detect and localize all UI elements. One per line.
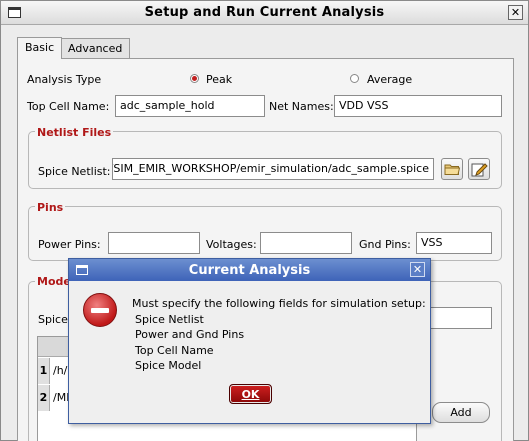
- top-cell-label: Top Cell Name:: [27, 100, 110, 113]
- missing-field: Spice Model: [135, 359, 202, 372]
- row-number: 2: [38, 385, 50, 411]
- gnd-pins-input[interactable]: VSS: [416, 232, 492, 254]
- edit-icon: [471, 163, 488, 177]
- error-icon: [83, 293, 117, 327]
- dialog-titlebar: Current Analysis ✕: [69, 259, 430, 281]
- message-text: Must specify the following fields for si…: [132, 297, 426, 310]
- window-title: Setup and Run Current Analysis: [144, 5, 385, 20]
- spice-netlist-input[interactable]: /SIM_EMIR_WORKSHOP/emir_simulation/adc_s…: [112, 158, 434, 180]
- spice-netlist-value: /SIM_EMIR_WORKSHOP/emir_simulation/adc_s…: [112, 162, 429, 175]
- model-spice-label: Spice: [38, 313, 68, 326]
- power-pins-label: Power Pins:: [38, 238, 101, 251]
- browse-folder-button[interactable]: [441, 158, 463, 180]
- voltages-input[interactable]: [260, 232, 352, 254]
- top-cell-input[interactable]: adc_sample_hold: [115, 95, 265, 117]
- row-number: 1: [38, 358, 50, 384]
- net-names-label: Net Names:: [269, 100, 334, 113]
- radio-average-label: Average: [367, 73, 413, 86]
- voltages-label: Voltages:: [206, 238, 257, 251]
- missing-field: Spice Netlist: [135, 312, 204, 326]
- folder-icon: [444, 164, 461, 175]
- add-model-button[interactable]: Add: [432, 402, 490, 423]
- pins-group-title: Pins: [35, 201, 66, 214]
- tab-advanced[interactable]: Advanced: [60, 38, 131, 59]
- radio-peak[interactable]: [190, 74, 199, 83]
- missing-field: Top Cell Name: [135, 343, 214, 357]
- radio-average[interactable]: [350, 74, 359, 83]
- ok-button-label: OK: [241, 388, 260, 401]
- radio-peak-label: Peak: [206, 73, 233, 86]
- spice-netlist-label: Spice Netlist:: [38, 165, 111, 178]
- dialog-close-button[interactable]: ✕: [410, 262, 425, 277]
- tab-basic[interactable]: Basic: [17, 37, 63, 59]
- dialog-message: Must specify the following fields for si…: [132, 296, 426, 374]
- analysis-type-label: Analysis Type: [27, 73, 102, 86]
- window-close-button[interactable]: ✕: [508, 5, 523, 20]
- net-names-input[interactable]: VDD VSS: [334, 95, 502, 117]
- dialog-title: Current Analysis: [188, 263, 311, 278]
- current-analysis-dialog: Current Analysis ✕ Must specify the foll…: [68, 258, 431, 424]
- netlist-group-title: Netlist Files: [35, 126, 114, 139]
- gnd-pins-label: Gnd Pins:: [359, 238, 411, 251]
- edit-netlist-button[interactable]: [468, 158, 490, 180]
- missing-field: Power and Gnd Pins: [135, 328, 245, 341]
- power-pins-input[interactable]: [108, 232, 200, 254]
- ok-button[interactable]: OK: [229, 384, 272, 404]
- window-titlebar: Setup and Run Current Analysis ✕: [1, 1, 528, 25]
